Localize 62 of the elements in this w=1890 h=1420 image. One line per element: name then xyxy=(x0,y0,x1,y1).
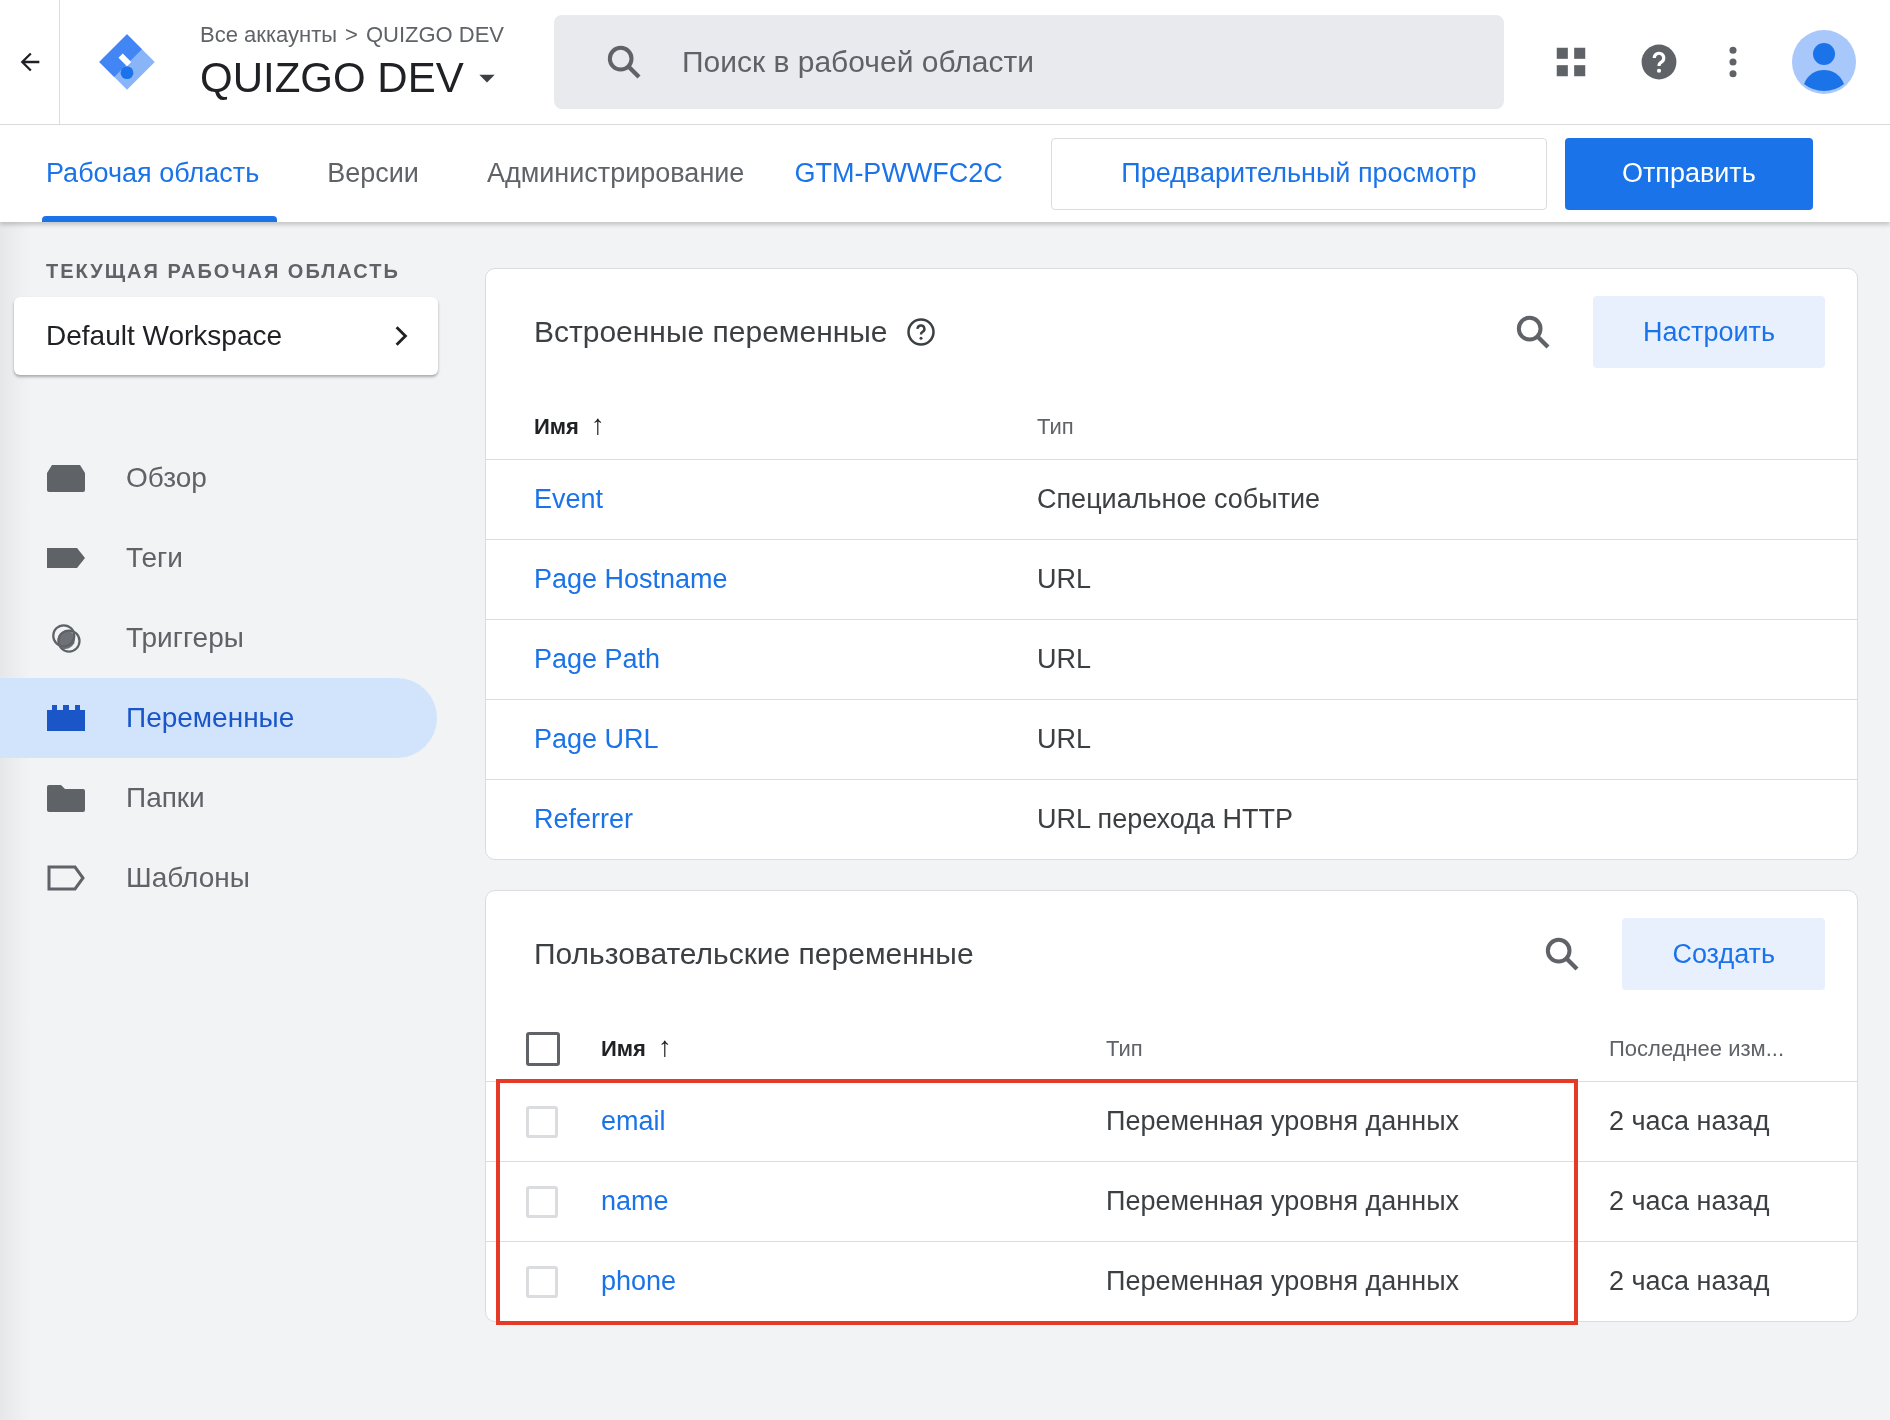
variable-link[interactable]: Page Hostname xyxy=(534,564,1037,595)
search-field[interactable]: Поиск в рабочей области xyxy=(554,15,1504,109)
variable-link[interactable]: Event xyxy=(534,484,1037,515)
table-cell-text: Переменная уровня данных xyxy=(1106,1266,1461,1297)
avatar-icon[interactable] xyxy=(1792,30,1856,94)
sidebar-item[interactable]: Обзор xyxy=(0,438,437,518)
variable-link[interactable]: Page URL xyxy=(534,724,1037,755)
column-header[interactable]: Имя xyxy=(534,414,579,440)
table-cell-text: URL xyxy=(1037,564,1092,595)
help-outline-icon[interactable] xyxy=(905,317,936,347)
configure-button[interactable]: Настроить xyxy=(1593,296,1825,368)
table-cell-text: 2 часа назад xyxy=(1609,1186,1771,1217)
submit-button[interactable]: Отправить xyxy=(1564,137,1813,210)
folder-icon xyxy=(46,783,86,813)
column-header: Тип xyxy=(1037,414,1075,440)
container-id-link[interactable]: GTM-PWWFC2C xyxy=(794,158,1003,189)
variable-link[interactable]: email xyxy=(601,1106,1106,1137)
more-options-icon[interactable] xyxy=(1728,46,1738,78)
tag-outline-icon xyxy=(46,863,86,893)
column-header[interactable]: Имя xyxy=(601,1036,646,1062)
table-cell-text: 2 часа назад xyxy=(1609,1106,1771,1137)
variable-link[interactable]: phone xyxy=(601,1266,1106,1297)
variable-link[interactable]: Page Path xyxy=(534,644,1037,675)
sidebar-item[interactable]: Папки xyxy=(0,758,437,838)
sidebar-item[interactable]: Переменные xyxy=(0,678,437,758)
tray-icon xyxy=(46,463,86,493)
nav-tab[interactable]: Рабочая область xyxy=(12,125,294,222)
variable-link[interactable]: Referrer xyxy=(534,804,1037,835)
column-header: Тип xyxy=(1106,1036,1144,1062)
table-cell-text: URL xyxy=(1037,644,1092,675)
sidebar-item[interactable]: Шаблоны xyxy=(0,838,437,918)
table-cell-text: URL xyxy=(1037,724,1092,755)
nav-tab[interactable]: Администрирование xyxy=(452,125,779,222)
select-all-checkbox[interactable] xyxy=(526,1032,560,1066)
workspace-selector[interactable]: Default Workspace xyxy=(14,297,438,375)
row-checkbox[interactable] xyxy=(526,1105,558,1138)
sidebar-item[interactable]: Триггеры xyxy=(0,598,437,678)
table-cell-text: URL перехода HTTP xyxy=(1037,804,1294,835)
card-title: Встроенные переменные xyxy=(534,315,888,349)
row-checkbox[interactable] xyxy=(526,1185,558,1218)
sidebar-item[interactable]: Теги xyxy=(0,518,437,598)
sort-arrow[interactable]: ↑ xyxy=(590,414,605,440)
nav-tab[interactable]: Версии xyxy=(293,125,453,222)
create-button[interactable]: Создать xyxy=(1622,918,1825,990)
breadcrumb-separator: > xyxy=(345,22,358,48)
chevron-right-icon xyxy=(394,325,408,347)
column-header: Последнее изм... xyxy=(1609,1036,1786,1062)
row-checkbox[interactable] xyxy=(526,1265,558,1298)
section-label: ТЕКУЩАЯ РАБОЧАЯ ОБЛАСТЬ xyxy=(46,260,401,283)
table-cell-text: Специальное событие xyxy=(1037,484,1322,515)
sort-arrow[interactable]: ↑ xyxy=(657,1036,672,1062)
table-cell-text: Переменная уровня данных xyxy=(1106,1106,1461,1137)
breadcrumb-current: QUIZGO DEV xyxy=(365,22,504,48)
card-title: Пользовательские переменные xyxy=(534,937,974,971)
help-icon[interactable] xyxy=(1640,43,1678,81)
table-cell-text: Переменная уровня данных xyxy=(1106,1186,1461,1217)
preview-button[interactable]: Предварительный просмотр xyxy=(1050,137,1547,210)
variable-link[interactable]: name xyxy=(601,1186,1106,1217)
brick-icon xyxy=(46,703,86,733)
breadcrumb-link[interactable]: Все аккаунты xyxy=(200,22,338,48)
container-name[interactable]: QUIZGO DEV xyxy=(200,54,464,102)
table-cell-text: 2 часа назад xyxy=(1609,1266,1771,1297)
